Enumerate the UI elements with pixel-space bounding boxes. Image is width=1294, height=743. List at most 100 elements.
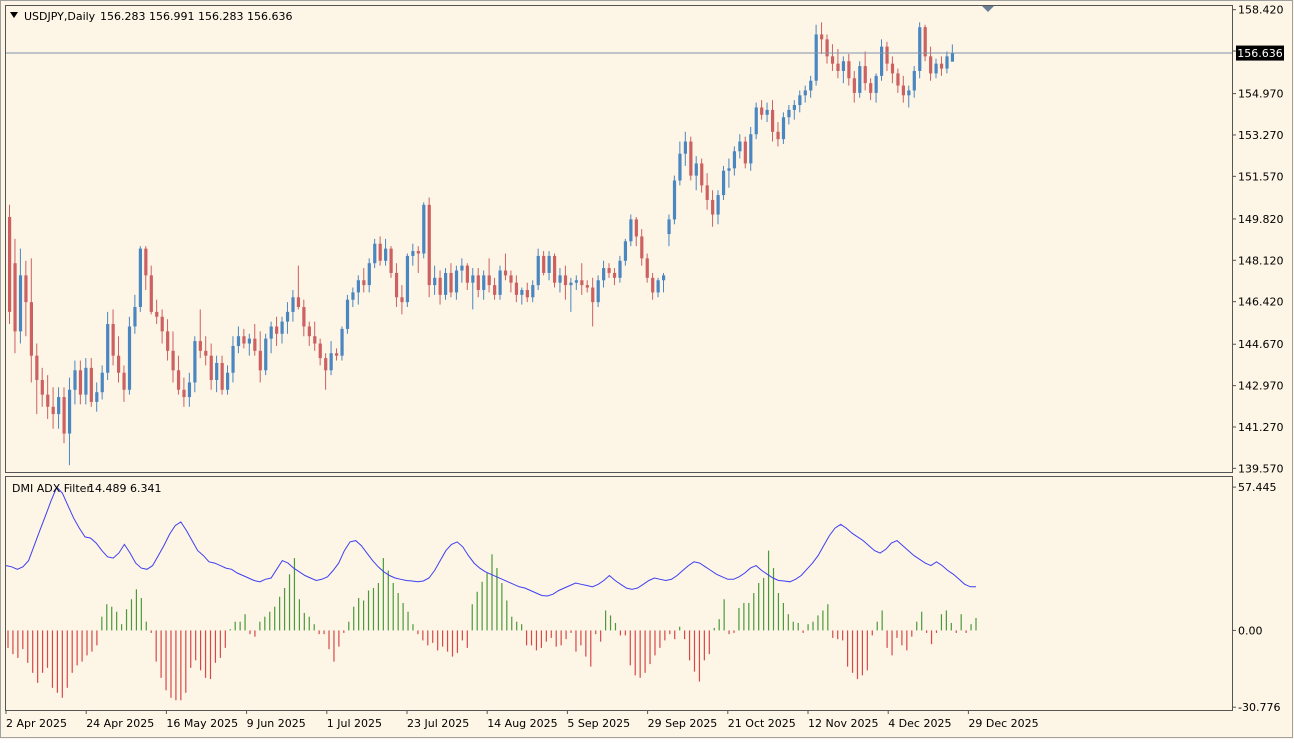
candle-body [176,370,181,390]
candle-body [596,280,600,303]
candle-body [656,280,660,293]
candle-body [487,275,491,286]
time-tick-label: 29 Dec 2025 [968,717,1038,730]
candle-body [727,168,731,171]
candle-body [46,394,50,407]
candle-body [285,311,290,322]
candle-body [405,255,410,303]
current-price-label: 156.636 [1237,47,1283,60]
candle-body [645,258,649,278]
candle-body [356,280,360,293]
candle-body [269,326,273,339]
candle-body [678,153,682,181]
candle-body [531,285,535,298]
candle-body [122,372,126,390]
candle-body [700,163,704,186]
candle-body [923,27,927,57]
candle-body [945,56,949,69]
candle-body [640,236,644,259]
candle-body [901,85,905,96]
candle-body [29,302,33,356]
price-tick-label: 148.120 [1238,254,1284,267]
candle-body [362,280,366,286]
candle-body [514,282,519,295]
candle-body [814,34,818,81]
candle-body [716,195,720,215]
price-tick-label: 146.420 [1238,296,1284,309]
time-tick-label: 16 May 2025 [166,717,238,730]
indicator-title: DMI ADX Filter [12,482,91,495]
candle-body [503,270,508,276]
candle-body [885,46,889,64]
candle-body [798,95,802,106]
candle-body [869,83,873,93]
candle-body [476,275,480,290]
candle-body [307,326,311,337]
price-tick-label: 142.970 [1238,380,1284,393]
candle-body [302,307,306,327]
candle-body [585,285,589,288]
candle-body [591,287,595,303]
candle-body [78,370,83,395]
indicator-pane[interactable] [5,476,1233,711]
candle-body [127,326,132,390]
candle-body [422,204,426,254]
candle-body [296,297,301,308]
price-tick-label: 139.570 [1238,462,1284,475]
candle-body [743,141,747,164]
candle-body [280,321,284,334]
candle-body [760,107,764,115]
candle-body [57,397,61,415]
price-tick-label: 158.420 [1238,4,1284,17]
candle-body [291,297,295,312]
candle-body [651,277,655,293]
candle-body [215,362,219,381]
candle-body [618,260,622,278]
candle-body [482,275,486,290]
candle-body [607,268,611,273]
candle-body [438,277,442,295]
candle-body [427,204,431,286]
candle-body [62,397,66,434]
price-tick-label: 149.820 [1238,213,1284,226]
candle-body [253,338,257,351]
candle-body [520,289,524,295]
candle-body [623,241,628,261]
candle-body [825,39,829,57]
price-tick-label: 151.570 [1238,170,1284,183]
candle-body [433,277,437,286]
candle-body [264,338,268,371]
candle-body [373,243,377,264]
candle-body [792,105,796,110]
candle-body [378,243,382,261]
candle-body [536,255,540,286]
candle-body [394,272,399,298]
candle-body [193,341,197,383]
candle-body [89,367,93,402]
candle-body [460,265,464,271]
candle-body [106,324,110,373]
time-tick-label: 14 Aug 2025 [487,717,557,730]
candle-body [667,219,671,235]
candle-body [247,338,251,344]
candle-body [275,326,279,334]
candle-body [367,263,371,286]
candle-body [226,372,230,390]
candle-body [18,275,23,332]
candle-body [454,270,459,293]
candle-body [683,141,687,154]
candle-body [411,251,415,256]
candle-body [117,355,121,373]
price-tick-label: 154.970 [1238,88,1284,101]
candle-body [863,66,867,84]
chart-canvas[interactable]: 158.420156.720154.970153.270151.570149.8… [0,0,1294,739]
candle-body [918,27,922,71]
candle-body [803,90,807,96]
candle-body [509,275,513,283]
candle-body [318,343,322,359]
candle-body [721,170,726,196]
candle-body [155,311,159,317]
symbol-header: USDJPY,Daily [24,10,96,23]
candle-body [465,265,469,283]
time-tick-label: 2 Apr 2025 [6,717,67,730]
